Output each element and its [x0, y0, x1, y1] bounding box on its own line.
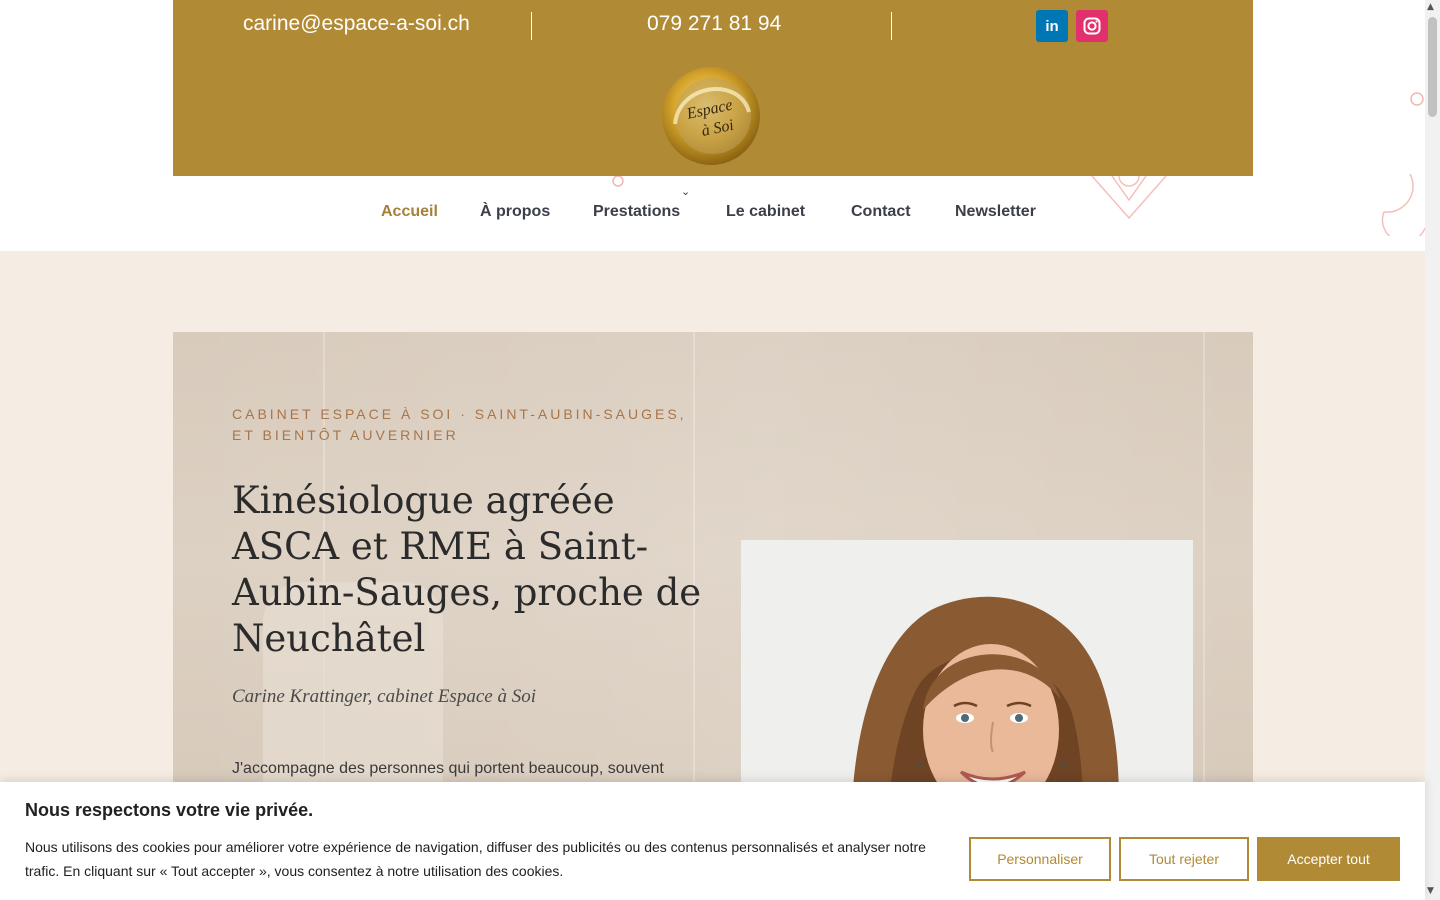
hero-eyebrow: CABINET ESPACE À SOI · SAINT-AUBIN-SAUGE…: [232, 406, 687, 443]
espace-a-soi-logo[interactable]: Espace à Soi: [659, 64, 763, 168]
instagram-icon[interactable]: [1076, 10, 1108, 42]
chevron-down-icon[interactable]: ⌄: [681, 185, 690, 198]
nav-item-accueil[interactable]: Accueil: [381, 203, 438, 221]
email-link[interactable]: carine@espace-a-soi.ch: [243, 12, 470, 36]
nav-item-contact[interactable]: Contact: [851, 203, 911, 221]
accept-all-button[interactable]: Accepter tout: [1257, 837, 1400, 881]
reject-all-button[interactable]: Tout rejeter: [1119, 837, 1249, 881]
linkedin-icon[interactable]: in: [1036, 10, 1068, 42]
decorative-circle: [612, 176, 624, 187]
cookie-text: Nous utilisons des cookies pour améliore…: [25, 839, 926, 879]
page-title: Kinésiologue agréée ASCA et RME à Saint-…: [232, 479, 702, 660]
divider: [531, 12, 532, 40]
decorative-circle: [1410, 92, 1424, 106]
nav-item-prestations[interactable]: Prestations: [593, 203, 680, 221]
instagram-glyph: [1083, 17, 1101, 35]
top-bar: carine@espace-a-soi.ch 079 271 81 94 in …: [173, 0, 1253, 176]
nav-item-le-cabinet[interactable]: Le cabinet: [726, 203, 805, 221]
cookie-title: Nous respectons votre vie privée.: [25, 800, 314, 820]
hero-intro-text: J'accompagne des personnes qui portent b…: [232, 760, 664, 777]
moon-decoration-icon: [1381, 173, 1425, 236]
hero-subtitle: Carine Krattinger, cabinet Espace à Soi: [232, 686, 536, 707]
nav-item-a-propos[interactable]: À propos: [480, 203, 550, 221]
customize-button[interactable]: Personnaliser: [969, 837, 1111, 881]
sun-decoration-icon: [1091, 176, 1167, 220]
nav-item-newsletter[interactable]: Newsletter: [955, 203, 1036, 221]
phone-link[interactable]: 079 271 81 94: [647, 12, 781, 36]
divider: [891, 12, 892, 40]
main-nav: Accueil À propos ⌄ Prestations Le cabine…: [0, 173, 1425, 251]
scroll-down-icon[interactable]: ▼: [1427, 886, 1434, 896]
scrollbar[interactable]: [1425, 0, 1440, 900]
cookie-banner: Nous respectons votre vie privée. Nous u…: [0, 782, 1425, 900]
scroll-up-icon[interactable]: ▲: [1427, 2, 1434, 12]
scrollbar-thumb[interactable]: [1428, 17, 1437, 117]
